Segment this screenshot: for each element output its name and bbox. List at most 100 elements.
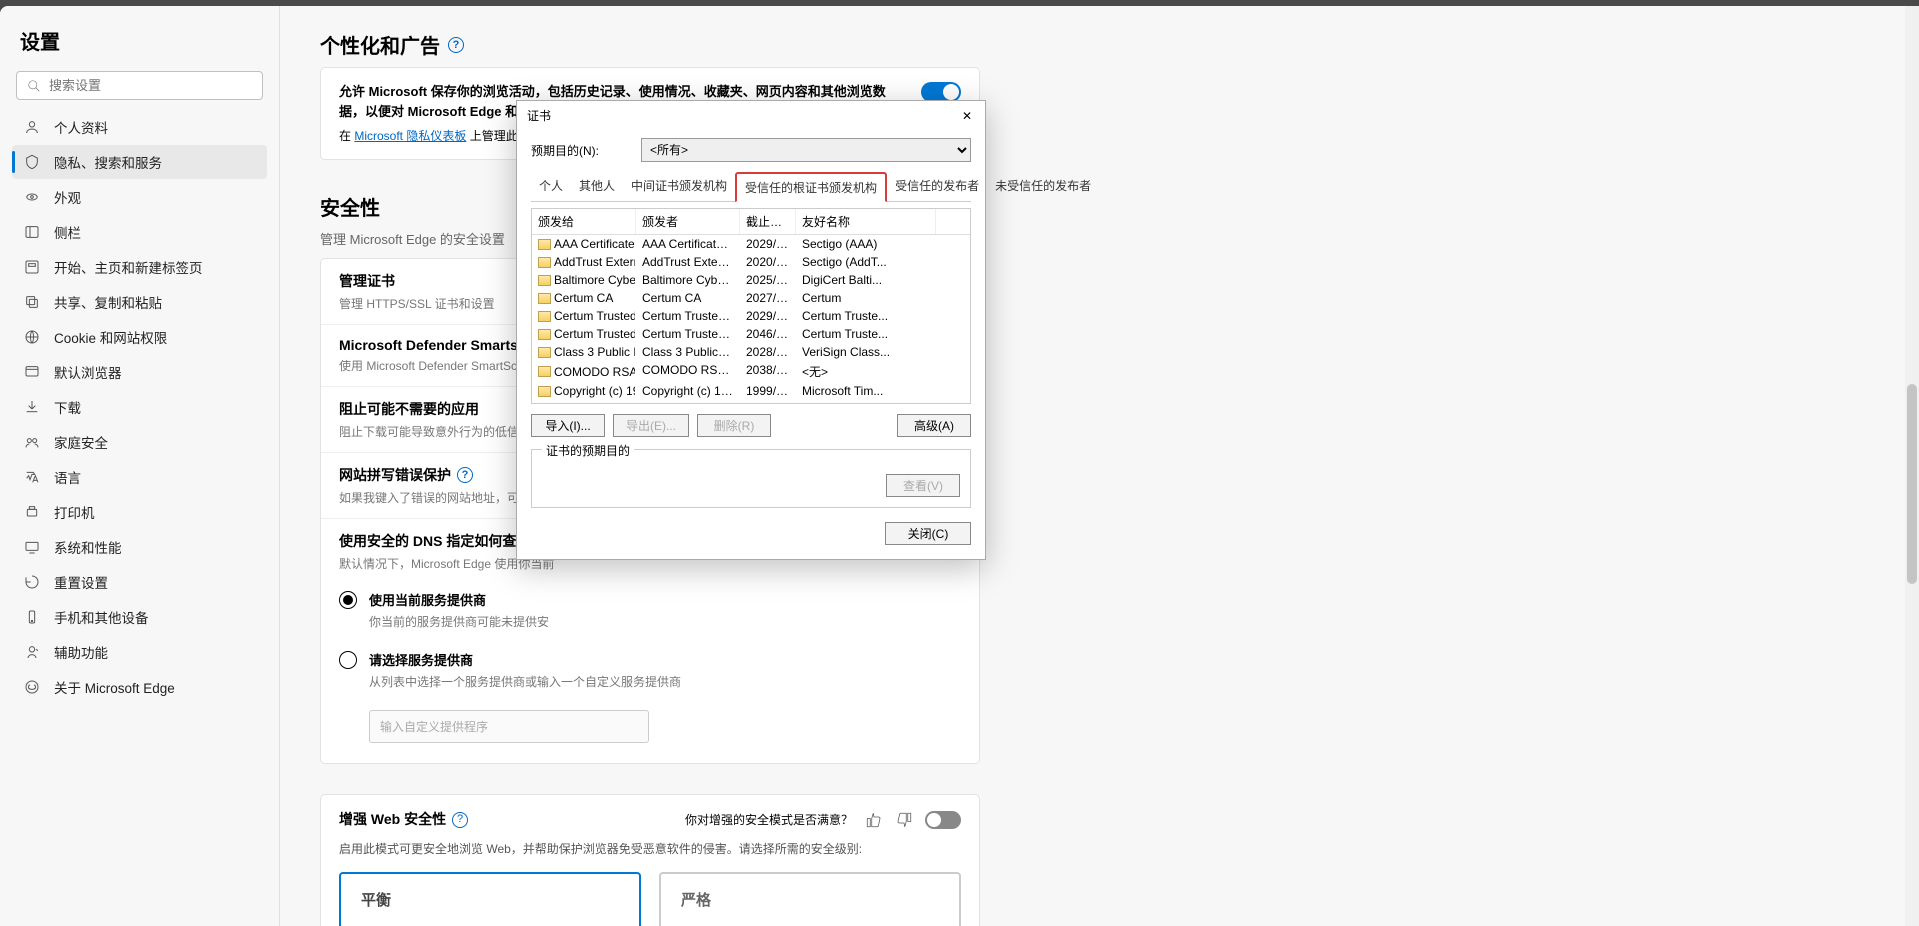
sidebar-item-16[interactable]: 关于 Microsoft Edge [12, 670, 267, 704]
nav-icon [24, 399, 40, 415]
nav-icon [24, 574, 40, 590]
settings-title: 设置 [20, 26, 259, 55]
sidebar-item-3[interactable]: 侧栏 [12, 215, 267, 249]
nav-icon [24, 259, 40, 275]
sidebar-item-10[interactable]: 语言 [12, 460, 267, 494]
cert-tab-3[interactable]: 受信任的根证书颁发机构 [735, 172, 887, 202]
certificate-icon [538, 293, 551, 304]
close-icon[interactable]: ✕ [959, 109, 975, 123]
purpose-label: 预期目的(N): [531, 142, 631, 159]
mode-strict-card[interactable]: 严格 [659, 872, 961, 926]
dns-current-provider-option[interactable]: 使用当前服务提供商 你当前的服务提供商可能未提供安 [339, 580, 961, 640]
cert-tab-0[interactable]: 个人 [531, 172, 571, 201]
sidebar-item-14[interactable]: 手机和其他设备 [12, 600, 267, 634]
nav-icon [24, 539, 40, 555]
info-icon[interactable]: ? [448, 37, 464, 53]
nav-icon [24, 189, 40, 205]
settings-sidebar: 设置 个人资料隐私、搜索和服务外观侧栏开始、主页和新建标签页共享、复制和粘贴Co… [0, 6, 280, 926]
search-input[interactable] [49, 78, 252, 93]
import-button[interactable]: 导入(I)... [531, 414, 605, 437]
scrollbar-track[interactable] [1905, 6, 1919, 926]
purpose-select[interactable]: <所有> [641, 138, 971, 162]
cert-row[interactable]: Certum Trusted ...Certum Trusted N...202… [532, 307, 970, 325]
col-expiry[interactable]: 截止日期 [740, 209, 796, 234]
nav-icon [24, 469, 40, 485]
sidebar-item-9[interactable]: 家庭安全 [12, 425, 267, 459]
cert-intent-box: 证书的预期目的 查看(V) [531, 449, 971, 508]
col-issued-by[interactable]: 颁发者 [636, 209, 740, 234]
enhance-toggle[interactable] [925, 811, 961, 829]
personalization-heading: 个性化和广告 [320, 30, 440, 59]
col-issued-to[interactable]: 颁发给 [532, 209, 636, 234]
certificate-icon [538, 311, 551, 322]
export-button[interactable]: 导出(E)... [613, 414, 689, 437]
certificates-dialog: 证书 ✕ 预期目的(N): <所有> 个人其他人中间证书颁发机构受信任的根证书颁… [516, 100, 986, 560]
certificate-icon [538, 275, 551, 286]
cert-tab-1[interactable]: 其他人 [571, 172, 623, 201]
nav-icon [24, 154, 40, 170]
nav-icon [24, 679, 40, 695]
close-button[interactable]: 关闭(C) [885, 522, 971, 545]
cert-row[interactable]: COMODO RSA ...COMODO RSA Ce...2038/1/...… [532, 361, 970, 382]
search-icon [27, 79, 41, 93]
nav-icon [24, 504, 40, 520]
mode-balanced-card[interactable]: 平衡 [339, 872, 641, 926]
radio-unchecked-icon [339, 651, 357, 669]
sidebar-item-11[interactable]: 打印机 [12, 495, 267, 529]
nav-icon [24, 294, 40, 310]
radio-checked-icon [339, 591, 357, 609]
custom-dns-input[interactable]: 输入自定义提供程序 [369, 710, 649, 743]
cert-row[interactable]: Baltimore Cyber...Baltimore CyberTr...20… [532, 271, 970, 289]
cert-row[interactable]: DigiCert Assure...DigiCert Assured I...2… [532, 400, 970, 403]
privacy-dashboard-link[interactable]: Microsoft 隐私仪表板 [354, 129, 466, 143]
cert-row[interactable]: Certum Trusted ...Certum Trusted N...204… [532, 325, 970, 343]
certificate-icon [538, 239, 551, 250]
cert-row[interactable]: AAA Certificate S...AAA Certificate Ser.… [532, 235, 970, 253]
nav-icon [24, 434, 40, 450]
nav-icon [24, 224, 40, 240]
enhance-security-card: 增强 Web 安全性 ? 你对增强的安全模式是否满意？ 启用此模式可更安全地浏览… [320, 794, 980, 926]
sidebar-item-7[interactable]: 默认浏览器 [12, 355, 267, 389]
sidebar-item-8[interactable]: 下载 [12, 390, 267, 424]
cert-tab-4[interactable]: 受信任的发布者 [887, 172, 987, 201]
delete-button[interactable]: 删除(R) [697, 414, 771, 437]
nav-icon [24, 364, 40, 380]
certificate-icon [538, 329, 551, 340]
cert-tab-5[interactable]: 未受信任的发布者 [987, 172, 1099, 201]
sidebar-item-0[interactable]: 个人资料 [12, 110, 267, 144]
cert-tab-2[interactable]: 中间证书颁发机构 [623, 172, 735, 201]
col-friendly-name[interactable]: 友好名称 [796, 209, 936, 234]
nav-icon [24, 119, 40, 135]
cert-row[interactable]: AddTrust Extern...AddTrust External ...2… [532, 253, 970, 271]
sidebar-item-13[interactable]: 重置设置 [12, 565, 267, 599]
sidebar-item-1[interactable]: 隐私、搜索和服务 [12, 145, 267, 179]
thumbs-up-icon[interactable] [865, 811, 883, 829]
sidebar-item-4[interactable]: 开始、主页和新建标签页 [12, 250, 267, 284]
cert-row[interactable]: Copyright (c) 19...Copyright (c) 1997...… [532, 382, 970, 400]
advanced-button[interactable]: 高级(A) [897, 414, 971, 437]
cert-row[interactable]: Certum CACertum CA2027/6/...Certum [532, 289, 970, 307]
info-icon[interactable]: ? [457, 467, 473, 483]
sidebar-item-12[interactable]: 系统和性能 [12, 530, 267, 564]
sidebar-item-15[interactable]: 辅助功能 [12, 635, 267, 669]
scrollbar-thumb[interactable] [1907, 384, 1917, 584]
sidebar-item-2[interactable]: 外观 [12, 180, 267, 214]
sidebar-item-5[interactable]: 共享、复制和粘贴 [12, 285, 267, 319]
cert-table: 颁发给 颁发者 截止日期 友好名称 AAA Certificate S...AA… [531, 208, 971, 404]
certificate-icon [538, 386, 551, 397]
thumbs-down-icon[interactable] [895, 811, 913, 829]
cert-tabs: 个人其他人中间证书颁发机构受信任的根证书颁发机构受信任的发布者未受信任的发布者 [531, 172, 971, 202]
cert-row[interactable]: Class 3 Public Pr...Class 3 Public Prim.… [532, 343, 970, 361]
certificate-icon [538, 366, 551, 377]
info-icon[interactable]: ? [452, 812, 468, 828]
certificate-icon [538, 347, 551, 358]
certificate-icon [538, 257, 551, 268]
personalization-toggle[interactable] [921, 82, 961, 102]
search-box[interactable] [16, 71, 263, 100]
dialog-title: 证书 [527, 107, 551, 124]
view-button[interactable]: 查看(V) [886, 474, 960, 497]
dns-choose-provider-option[interactable]: 请选择服务提供商 从列表中选择一个服务提供商或输入一个自定义服务提供商 [339, 640, 961, 700]
nav-icon [24, 644, 40, 660]
nav-icon [24, 329, 40, 345]
sidebar-item-6[interactable]: Cookie 和网站权限 [12, 320, 267, 354]
